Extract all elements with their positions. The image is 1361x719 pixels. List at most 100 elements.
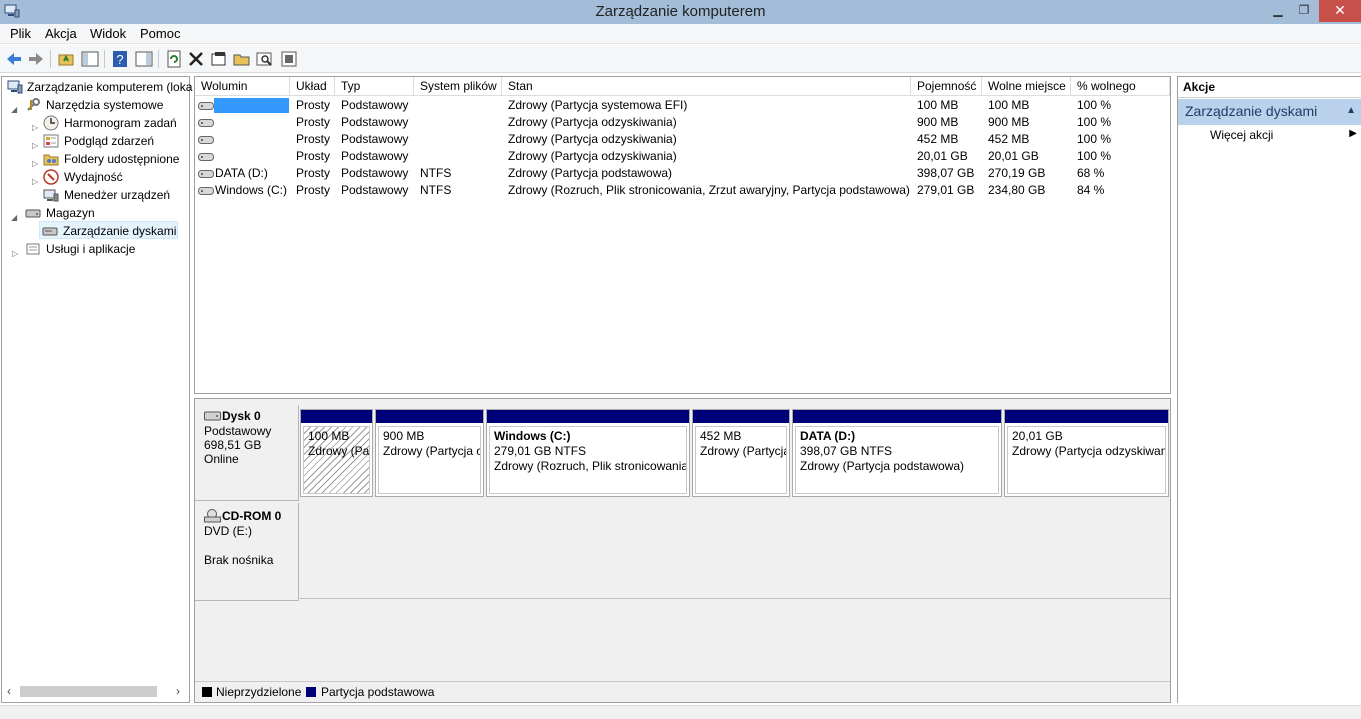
tree-item-event-viewer[interactable]: ▷ Podgląd zdarzeń xyxy=(4,132,189,150)
partition-status: Zdrowy (Partycja podstawowa) xyxy=(800,459,965,473)
table-row[interactable]: Prosty Podstawowy Zdrowy (Partycja systemo… xyxy=(195,97,1170,114)
cell-percent-free: 100 % xyxy=(1077,149,1112,163)
tree-label: Magazyn xyxy=(46,206,95,220)
tree-horizontal-scrollbar[interactable]: ‹ › xyxy=(4,683,187,699)
expand-icon[interactable]: ▷ xyxy=(32,173,39,186)
forward-icon[interactable] xyxy=(26,49,46,69)
column-header-free-space[interactable]: Wolne miejsce xyxy=(982,77,1071,96)
delete-icon[interactable] xyxy=(186,49,206,69)
partition-data-d[interactable]: DATA (D:) 398,07 GB NTFS Zdrowy (Partycj… xyxy=(792,409,1002,497)
tree-label: Podgląd zdarzeń xyxy=(64,134,155,148)
partition-body: 900 MB Zdrowy (Partycja odzyskiwania) xyxy=(378,426,481,494)
table-row[interactable]: Prosty Podstawowy Zdrowy (Partycja odzyski… xyxy=(195,148,1170,165)
shared-folder-icon xyxy=(43,154,59,166)
expand-icon[interactable]: ▷ xyxy=(32,137,39,150)
actions-pane: Akcje Zarządzanie dyskami ▲ Więcej akcji… xyxy=(1177,76,1361,703)
close-button[interactable]: ✕ xyxy=(1319,0,1361,22)
collapse-icon[interactable]: ◢ xyxy=(11,209,18,222)
cdrom-0-label[interactable]: CD-ROM 0 DVD (E:) Brak nośnika xyxy=(195,503,299,601)
scroll-left-icon[interactable]: ‹ xyxy=(7,684,11,698)
tree-label: Harmonogram zadań xyxy=(64,116,177,130)
partition-bar xyxy=(487,410,689,423)
partition-status: Zdrowy (Rozruch, Plik stronicowania, Zrz… xyxy=(494,459,687,473)
column-header-volume[interactable]: Wolumin xyxy=(195,77,290,96)
actions-section-disk-management[interactable]: Zarządzanie dyskami ▲ xyxy=(1178,99,1361,125)
menu-view[interactable]: Widok xyxy=(90,26,126,41)
partition-recovery-3[interactable]: 20,01 GB Zdrowy (Partycja odzyskiwania) xyxy=(1004,409,1169,497)
more-actions-item[interactable]: Więcej akcji xyxy=(1210,128,1273,142)
menu-action[interactable]: Akcja xyxy=(45,26,77,41)
actions-header: Akcje xyxy=(1178,77,1361,98)
tree-item-shared-folders[interactable]: ▷ Foldery udostępnione xyxy=(4,150,189,168)
disk-graphic-view: Dysk 0 Podstawowy 698,51 GB Online 100 M… xyxy=(194,398,1171,703)
tree-item-services-applications[interactable]: ▷ Usługi i aplikacje xyxy=(4,240,189,258)
scrollbar-thumb[interactable] xyxy=(20,686,157,697)
clock-icon xyxy=(43,115,59,131)
cell-free-space: 100 MB xyxy=(988,98,1030,112)
table-row[interactable]: Prosty Podstawowy Zdrowy (Partycja odzyski… xyxy=(195,114,1170,131)
column-header-percent-free[interactable]: % wolnego xyxy=(1071,77,1170,96)
partition-size: 20,01 GB xyxy=(1012,429,1063,443)
expand-icon[interactable]: ▷ xyxy=(32,155,39,168)
tree-item-storage[interactable]: ◢ Magazyn xyxy=(4,204,189,222)
svg-text:?: ? xyxy=(116,52,123,67)
table-row[interactable]: Prosty Podstawowy Zdrowy (Partycja odzyski… xyxy=(195,131,1170,148)
legend-label-primary: Partycja podstawowa xyxy=(321,685,435,699)
up-folder-icon[interactable] xyxy=(56,49,76,69)
cell-percent-free: 100 % xyxy=(1077,115,1112,129)
settings-icon[interactable] xyxy=(279,49,299,69)
collapse-icon[interactable]: ◢ xyxy=(11,101,18,114)
expand-icon[interactable]: ▷ xyxy=(32,119,39,132)
partition-size: 900 MB xyxy=(383,429,425,443)
maximize-button[interactable]: ❐ xyxy=(1291,0,1317,22)
show-tree-icon[interactable] xyxy=(80,49,100,69)
partition-recovery-1[interactable]: 900 MB Zdrowy (Partycja odzyskiwania) xyxy=(375,409,484,497)
menu-help[interactable]: Pomoc xyxy=(140,26,180,41)
collapse-up-icon[interactable]: ▲ xyxy=(1346,105,1356,116)
show-action-pane-icon[interactable] xyxy=(134,49,154,69)
partition-bar xyxy=(793,410,1001,423)
event-viewer-icon xyxy=(43,134,59,148)
cell-capacity: 279,01 GB xyxy=(917,183,975,197)
column-header-layout[interactable]: Układ xyxy=(290,77,335,96)
column-header-file-system[interactable]: System plików xyxy=(414,77,502,96)
disk-0-name: Dysk 0 xyxy=(222,409,261,423)
cell-capacity: 100 MB xyxy=(917,98,959,112)
partition-body: 452 MB Zdrowy (Partycja odzyskiwania) xyxy=(695,426,787,494)
storage-icon xyxy=(25,209,41,218)
minimize-button[interactable]: ▁ xyxy=(1265,0,1291,22)
tree-item-computer-management[interactable]: Zarządzanie komputerem (loka xyxy=(4,78,192,96)
tools-icon xyxy=(27,98,40,111)
tree-label: Usługi i aplikacje xyxy=(46,242,136,256)
tree-item-task-scheduler[interactable]: ▷ Harmonogram zadań xyxy=(4,114,189,132)
partition-name: Windows (C:) xyxy=(494,429,571,443)
back-icon[interactable] xyxy=(4,49,24,69)
open-icon[interactable] xyxy=(232,49,252,69)
cell-volume: Windows (C:) xyxy=(215,183,288,197)
column-header-capacity[interactable]: Pojemność xyxy=(911,77,982,96)
tree-item-device-manager[interactable]: Menedżer urządzeń xyxy=(4,186,189,204)
column-header-status[interactable]: Stan xyxy=(502,77,911,96)
tree-item-system-tools[interactable]: ◢ Narzędzia systemowe xyxy=(4,96,189,114)
title-bar: Zarządzanie komputerem ▁ ❐ ✕ xyxy=(0,0,1361,24)
scroll-right-icon[interactable]: › xyxy=(176,684,180,698)
search-icon[interactable] xyxy=(255,49,275,69)
partition-efi[interactable]: 100 MB Zdrowy (Partycja systemowa EFI) xyxy=(300,409,373,497)
partition-size: 398,07 GB NTFS xyxy=(800,444,893,458)
expand-icon[interactable]: ▷ xyxy=(12,245,19,258)
help-icon[interactable]: ? xyxy=(110,49,130,69)
table-row[interactable]: Windows (C:) Prosty Podstawowy NTFS Zdrowy (… xyxy=(195,182,1170,199)
column-header-type[interactable]: Typ xyxy=(335,77,414,96)
tree-item-disk-management[interactable]: Zarządzanie dyskami xyxy=(39,221,178,239)
partition-windows-c[interactable]: Windows (C:) 279,01 GB NTFS Zdrowy (Rozr… xyxy=(486,409,690,497)
disk-0-label[interactable]: Dysk 0 Podstawowy 698,51 GB Online xyxy=(195,405,299,501)
window-title: Zarządzanie komputerem xyxy=(595,3,766,20)
cell-free-space: 900 MB xyxy=(988,115,1030,129)
table-row[interactable]: DATA (D:) Prosty Podstawowy NTFS Zdrowy (Par… xyxy=(195,165,1170,182)
properties-icon[interactable] xyxy=(209,49,229,69)
refresh-icon[interactable] xyxy=(164,49,184,69)
partition-recovery-2[interactable]: 452 MB Zdrowy (Partycja odzyskiwania) xyxy=(692,409,790,497)
tree-item-performance[interactable]: ▷ Wydajność xyxy=(4,168,189,186)
volume-list: Wolumin Układ Typ System plików Stan Poj… xyxy=(194,76,1171,394)
menu-file[interactable]: Plik xyxy=(10,26,31,41)
